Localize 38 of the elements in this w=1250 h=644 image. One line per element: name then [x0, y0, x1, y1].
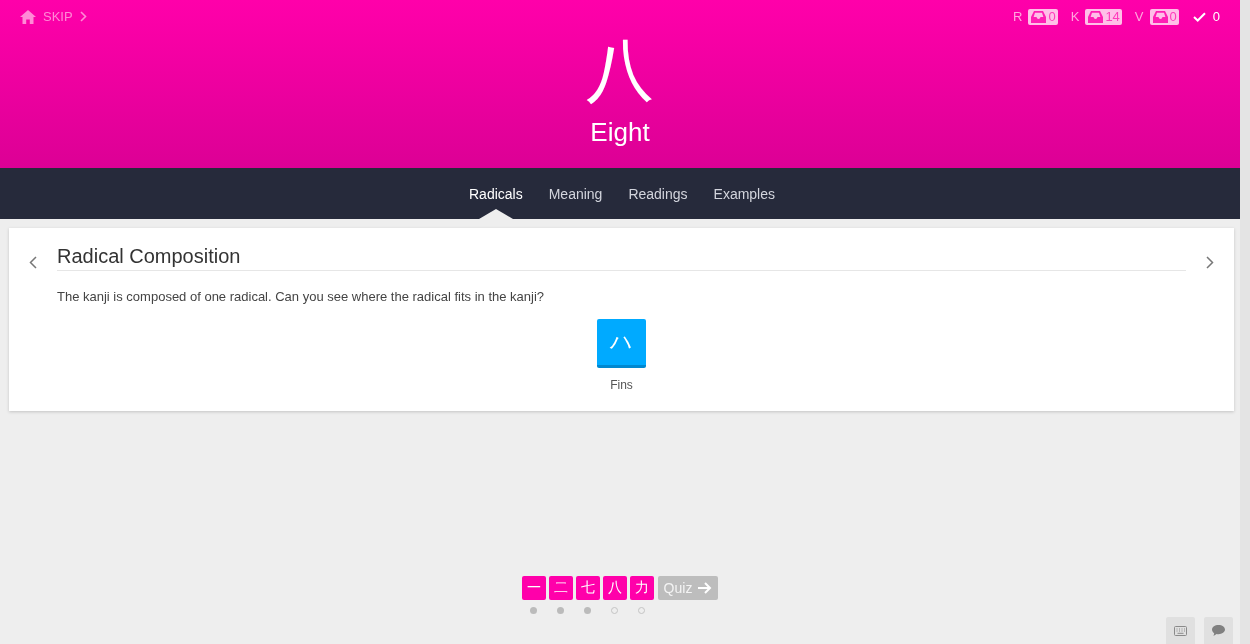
section-tab[interactable]: Examples	[700, 168, 788, 219]
keyboard-button[interactable]	[1166, 617, 1195, 644]
check-icon	[1192, 11, 1206, 22]
chevron-left-icon[interactable]	[29, 256, 37, 269]
speech-bubble-icon	[1212, 625, 1225, 636]
chevron-right-icon	[79, 11, 87, 22]
lesson-kanji-button[interactable]: 七	[575, 576, 600, 600]
arrow-right-icon	[698, 582, 713, 594]
done-count: 0	[1212, 9, 1220, 24]
section-tab[interactable]: Radicals	[456, 168, 536, 219]
inbox-tray-icon	[1031, 10, 1047, 23]
queue-label: V	[1134, 9, 1144, 24]
kanji-character: 八	[586, 31, 654, 110]
home-icon[interactable]	[20, 9, 36, 24]
queue-count-badge[interactable]: 0	[1028, 8, 1058, 25]
queue-label: K	[1070, 9, 1080, 24]
radical-tile[interactable]: ハ	[597, 319, 646, 368]
queue-count: 0	[1169, 9, 1177, 24]
lesson-kanji-button[interactable]: 力	[629, 576, 654, 600]
keyboard-icon	[1174, 625, 1187, 636]
section-title: Radical Composition	[57, 242, 1186, 271]
section-description: The kanji is composed of one radical. Can you see where the radical fits in the kanji?	[57, 289, 546, 305]
section-tab[interactable]: Readings	[615, 168, 701, 219]
queue-count-badge[interactable]: 0	[1149, 8, 1179, 25]
lesson-kanji-button[interactable]: 八	[602, 576, 627, 600]
radical-name: Fins	[610, 378, 633, 392]
queue-count: 0	[1048, 9, 1056, 24]
inbox-tray-icon	[1088, 10, 1104, 23]
chevron-right-icon[interactable]	[1206, 256, 1214, 269]
section-tab[interactable]: Meaning	[535, 168, 616, 219]
inbox-tray-icon	[1152, 10, 1168, 23]
queue-count: 14	[1105, 9, 1120, 24]
chat-button[interactable]	[1204, 617, 1233, 644]
queue-label: R	[1013, 9, 1023, 24]
lesson-kanji-button[interactable]: 二	[548, 576, 573, 600]
queue-count-badge[interactable]: 14	[1085, 8, 1122, 25]
kanji-meaning: Eight	[590, 116, 650, 148]
lesson-kanji-button[interactable]: 一	[521, 576, 546, 600]
